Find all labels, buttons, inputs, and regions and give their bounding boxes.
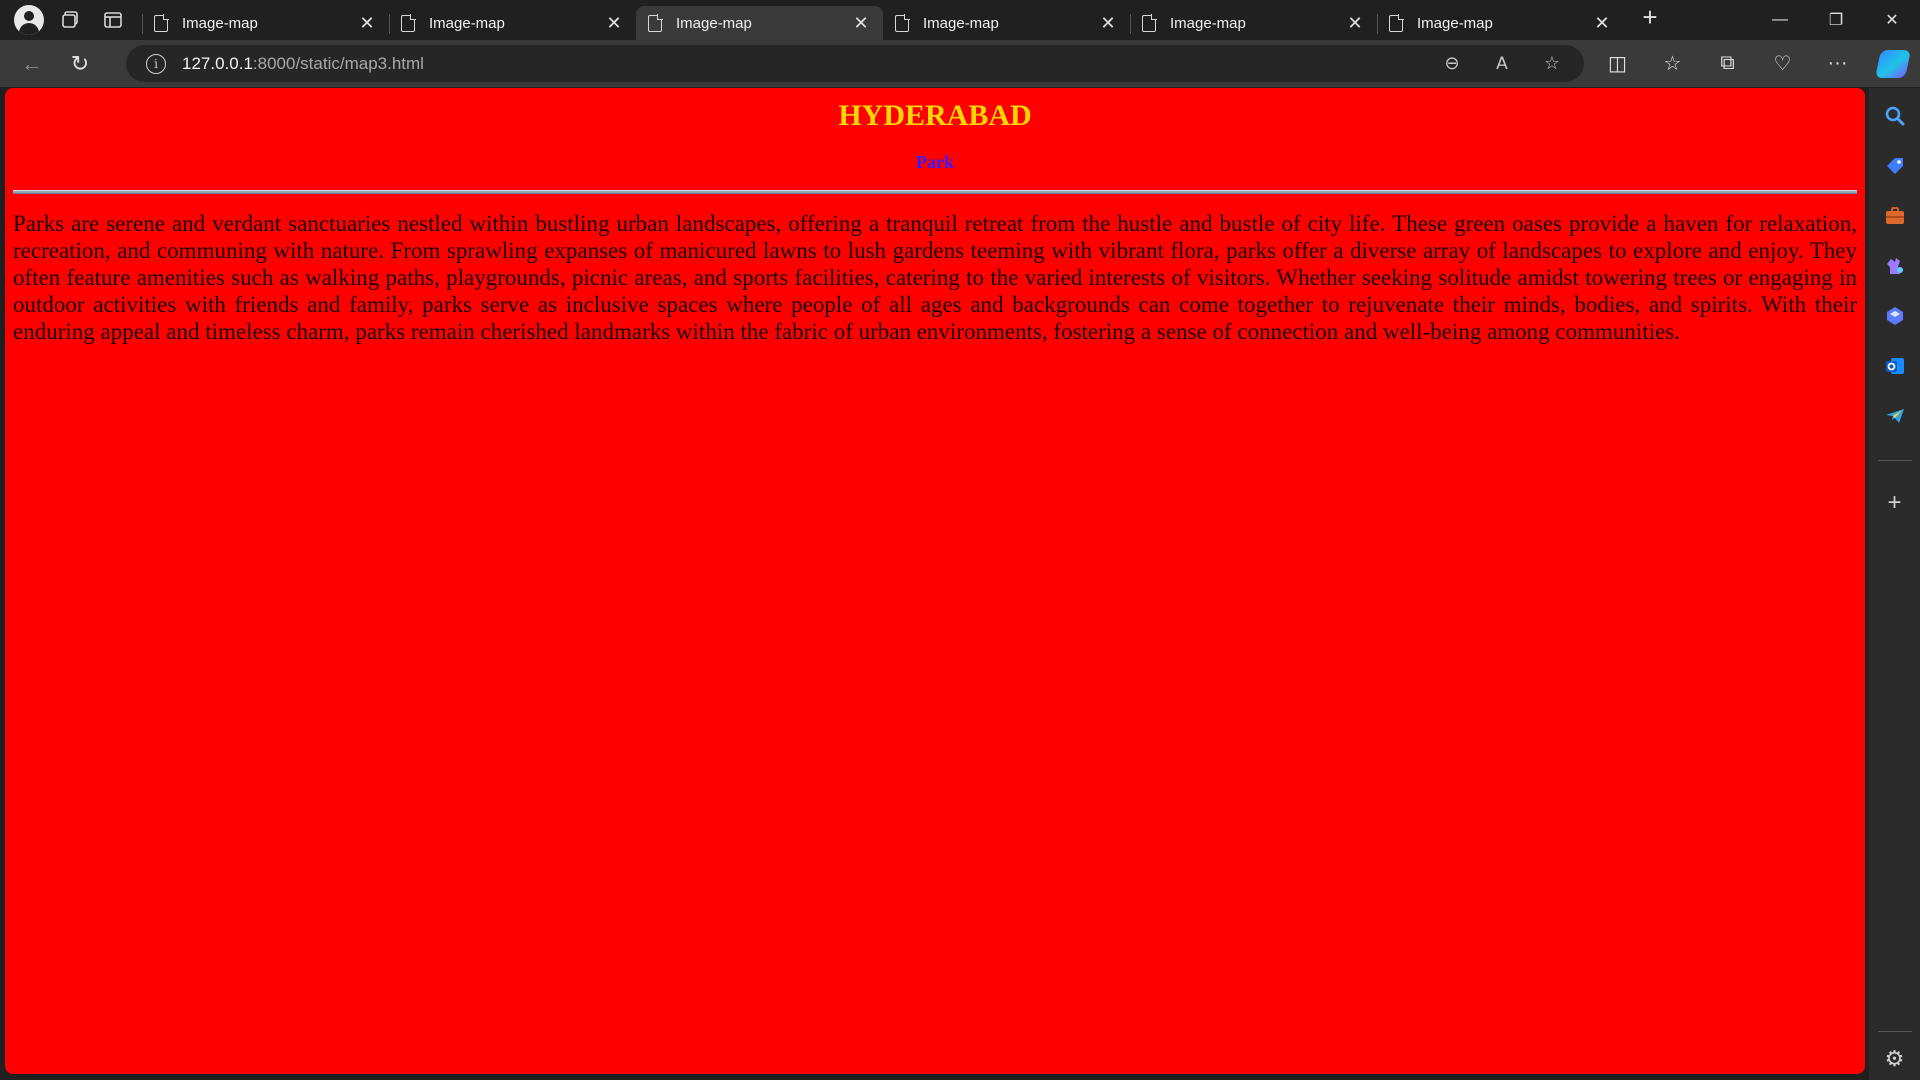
tab-separator [389, 14, 390, 34]
tab-title: Image-map [923, 14, 999, 32]
tab-title: Image-map [182, 14, 258, 32]
sidebar-copilot-button[interactable] [1877, 298, 1913, 334]
tab-title: Image-map [1417, 14, 1493, 32]
outlook-icon [1885, 358, 1904, 374]
sidebar-search-button[interactable] [1877, 98, 1913, 134]
sidebar-divider [1877, 460, 1912, 461]
collections-button[interactable]: ⧉ [1700, 44, 1755, 84]
vertical-tabs-button[interactable] [92, 0, 134, 40]
url-host: 127.0.0.1 [182, 53, 253, 73]
page-icon [1389, 13, 1404, 32]
arrow-left-icon: ← [21, 50, 43, 76]
page-icon [1142, 13, 1157, 32]
tab-5[interactable]: Image-map ✕ [1377, 6, 1624, 40]
address-bar-actions: ⊖ A ☆ [1440, 45, 1564, 82]
sidebar-tools-button[interactable] [1877, 198, 1913, 234]
window-controls: — ❐ ✕ [1752, 0, 1920, 40]
horizontal-rule [13, 190, 1857, 194]
search-icon [1885, 106, 1904, 126]
plus-icon: + [1642, 1, 1658, 32]
shopping-tag-icon [1886, 158, 1903, 174]
tab-0[interactable]: Image-map ✕ [142, 6, 389, 40]
heart-pulse-icon: ♡ [1773, 53, 1792, 75]
page-icon [648, 13, 663, 32]
collections-icon: ⧉ [1720, 52, 1735, 74]
favorites-button[interactable]: ☆ [1645, 44, 1700, 84]
profile-button[interactable] [8, 0, 50, 40]
close-icon[interactable]: ✕ [357, 13, 377, 33]
restore-icon: ❐ [1828, 12, 1844, 29]
sidebar-telegram-button[interactable] [1877, 398, 1913, 434]
page-icon [401, 13, 416, 32]
split-screen-icon: ◫ [1608, 53, 1627, 75]
refresh-button[interactable]: ↻ [56, 44, 104, 84]
address-bar[interactable]: i 127.0.0.1:8000/static/map3.html ⊖ A ☆ [126, 45, 1584, 82]
close-window-button[interactable]: ✕ [1864, 0, 1920, 40]
zoom-out-icon[interactable]: ⊖ [1440, 53, 1464, 74]
tab-separator [1130, 14, 1131, 34]
tools-briefcase-icon [1885, 207, 1904, 224]
tab-4[interactable]: Image-map ✕ [1130, 6, 1377, 40]
tab-title: Image-map [1170, 14, 1246, 32]
back-button[interactable]: ← [8, 44, 56, 84]
copilot-button[interactable] [1865, 44, 1920, 84]
page-viewport: HYDERABAD Park Parks are serene and verd… [5, 88, 1865, 1074]
sidebar-bottom: ⚙ [1869, 1031, 1920, 1072]
browser-essentials-button[interactable]: ♡ [1755, 44, 1810, 84]
tab-title: Image-map [676, 14, 752, 32]
browser-toolbar: ← ↻ i 127.0.0.1:8000/static/map3.html ⊖ … [0, 40, 1920, 87]
minimize-button[interactable]: — [1752, 0, 1808, 40]
refresh-icon: ↻ [70, 50, 90, 76]
tab-2-active[interactable]: Image-map ✕ [636, 6, 883, 40]
tab-strip: Image-map ✕ Image-map ✕ Image-map ✕ Imag… [0, 0, 1920, 40]
restore-button[interactable]: ❐ [1808, 0, 1864, 40]
tab-title: Image-map [429, 14, 505, 32]
more-dots-icon: ··· [1827, 52, 1848, 74]
close-icon[interactable]: ✕ [1098, 13, 1118, 33]
settings-more-button[interactable]: ··· [1810, 44, 1865, 84]
tab-list: Image-map ✕ Image-map ✕ Image-map ✕ Imag… [142, 0, 1670, 40]
favorite-star-icon[interactable]: ☆ [1540, 53, 1564, 74]
sidebar-outlook-button[interactable] [1877, 348, 1913, 384]
tab-separator [142, 14, 143, 34]
tab-1[interactable]: Image-map ✕ [389, 6, 636, 40]
page-title: HYDERABAD [838, 99, 1032, 132]
favorites-list-icon: ☆ [1663, 53, 1682, 75]
sidebar-settings-gear-icon[interactable]: ⚙ [1885, 1046, 1905, 1072]
close-icon[interactable]: ✕ [1592, 13, 1612, 33]
page-icon [154, 13, 169, 32]
page-icon [895, 13, 910, 32]
sidebar-games-button[interactable] [1877, 248, 1913, 284]
edge-sidebar: + ⚙ [1869, 88, 1920, 1080]
close-icon[interactable]: ✕ [1345, 13, 1365, 33]
games-icon [1886, 258, 1903, 274]
minimize-icon: — [1772, 11, 1788, 28]
new-tab-button[interactable]: + [1630, 0, 1670, 34]
copilot-icon [1874, 49, 1911, 78]
workspaces-button[interactable] [50, 0, 92, 40]
close-icon: ✕ [1885, 12, 1899, 29]
close-icon[interactable]: ✕ [604, 13, 624, 33]
url-path: :8000/static/map3.html [252, 53, 424, 73]
split-screen-button[interactable]: ◫ [1590, 44, 1645, 84]
tab-3[interactable]: Image-map ✕ [883, 6, 1130, 40]
sidebar-divider [1877, 1031, 1912, 1032]
plus-icon: + [1887, 489, 1902, 516]
page-subtitle: Park [916, 152, 954, 172]
profile-avatar-icon [14, 5, 44, 35]
page-paragraph: Parks are serene and verdant sanctuaries… [13, 211, 1857, 344]
site-info-icon[interactable]: i [146, 53, 166, 74]
toolbar-actions: ◫ ☆ ⧉ ♡ ··· [1590, 40, 1920, 87]
copilot-app-icon [1886, 307, 1903, 325]
telegram-icon [1885, 409, 1904, 423]
sidebar-shopping-button[interactable] [1877, 148, 1913, 184]
sidebar-add-button[interactable]: + [1877, 485, 1913, 521]
tab-separator [1377, 14, 1378, 34]
read-aloud-icon[interactable]: A [1490, 54, 1514, 74]
workspaces-icon [62, 11, 78, 28]
vertical-tabs-icon [104, 12, 122, 28]
close-icon[interactable]: ✕ [851, 13, 871, 33]
